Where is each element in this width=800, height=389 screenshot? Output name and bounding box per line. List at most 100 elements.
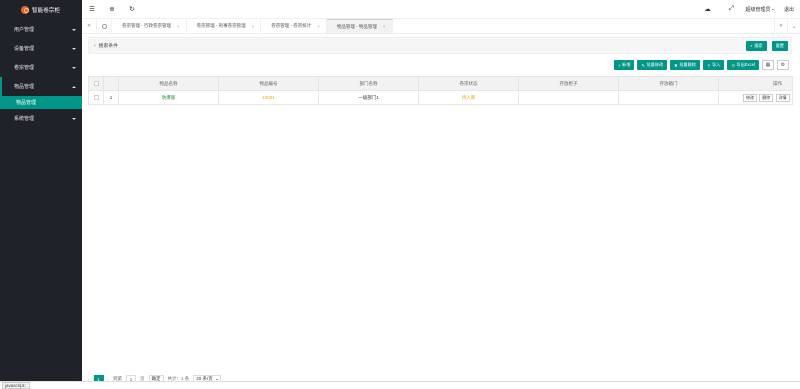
- home-icon: [101, 23, 107, 29]
- chevron-down-icon: [215, 378, 218, 380]
- refresh-icon[interactable]: ↻: [122, 0, 142, 19]
- column-header[interactable]: 物品编号: [218, 76, 319, 91]
- sidebar-item-users[interactable]: 用户管理: [0, 20, 82, 39]
- search-button-label: 搜索: [754, 42, 763, 48]
- batch-edit-label: 批量修改: [646, 62, 664, 67]
- tab-label: 卷宗管理 - 卷宗统计: [271, 23, 312, 28]
- export-button[interactable]: ⊙ 导出Excel: [727, 60, 759, 70]
- select-all-checkbox[interactable]: [93, 80, 99, 86]
- fullscreen-icon[interactable]: ⤢: [721, 0, 741, 19]
- user-name: 超级管理员: [745, 6, 771, 13]
- tab-file-stats[interactable]: 卷宗管理 - 卷宗统计 ×: [261, 19, 327, 33]
- batch-edit-button[interactable]: ✎ 批量修改: [637, 60, 668, 70]
- columns-icon[interactable]: ▦: [762, 60, 774, 70]
- sidebar-item-label: 设备管理: [14, 46, 35, 52]
- tabs-scroll-left-icon[interactable]: «: [82, 19, 97, 33]
- sidebar-item-label: 卷宗管理: [14, 65, 35, 71]
- tab-home[interactable]: [97, 19, 112, 33]
- export-icon: ⊙: [731, 62, 735, 68]
- row-select-cell[interactable]: [88, 90, 104, 105]
- app-root: 智能卷宗柜 用户管理 设备管理 卷宗管理 物品管理 物品管理 系统管理 ☰ ⊕ …: [0, 0, 800, 389]
- globe-icon[interactable]: ⊕: [102, 0, 122, 19]
- reset-button[interactable]: 重置: [771, 40, 788, 51]
- top-header: ☰ ⊕ ↻ ☁ ⤢ 超级管理员 退出: [82, 0, 800, 19]
- logo-icon: [21, 6, 29, 14]
- search-button[interactable]: ⌕ 搜索: [746, 40, 767, 51]
- column-header[interactable]: 存放柜子: [518, 76, 619, 91]
- import-button[interactable]: ⇪ 导入: [702, 60, 725, 70]
- close-icon[interactable]: ×: [177, 24, 180, 29]
- chevron-right-icon: ›: [94, 42, 96, 49]
- column-header[interactable]: 部门名称: [318, 76, 419, 91]
- actions-cell: 修改 删除 详情: [718, 90, 793, 105]
- tab-item-management[interactable]: 物品管理 - 物品管理 ×: [326, 19, 393, 33]
- close-icon[interactable]: ×: [317, 24, 320, 29]
- edit-button[interactable]: 修改: [742, 93, 757, 102]
- row-checkbox[interactable]: [93, 94, 99, 100]
- detail-button[interactable]: 详情: [775, 93, 790, 102]
- tab-bar: « 卷宗管理 - 行政卷宗管理 × 卷宗管理 - 刑事卷宗管理 × 卷宗管理 -…: [82, 19, 800, 34]
- chevron-down-icon: [72, 28, 76, 31]
- sidebar-item-system[interactable]: 系统管理: [0, 109, 82, 128]
- tab-label: 物品管理 - 物品管理: [336, 23, 377, 29]
- sidebar-item-label: 物品管理: [14, 84, 35, 90]
- sidebar-subitem-label: 物品管理: [16, 100, 37, 106]
- chevron-down-icon: [72, 66, 76, 69]
- chevron-down-icon: [72, 47, 76, 50]
- sidebar-subitem-items[interactable]: 物品管理: [0, 96, 82, 109]
- export-label: 导出Excel: [736, 62, 755, 67]
- table-header-row: 物品名称 物品编号 部门名称 卷宗状态 存放柜子 存放箱门 操作: [88, 76, 793, 91]
- logo: 智能卷宗柜: [0, 0, 82, 20]
- dept-cell: 一级部门1: [318, 90, 419, 105]
- search-panel[interactable]: › 搜索条件 ⌕ 搜索 重置: [88, 37, 792, 54]
- menu-icon[interactable]: ☰: [82, 0, 102, 19]
- select-all-cell[interactable]: [88, 76, 104, 91]
- search-icon: ⌕: [750, 43, 753, 48]
- table-toolbar: + 新增 ✎ 批量修改 ✖ 批量删除 ⇪ 导入 ⊙ 导出Excel ▦ ⚙: [88, 54, 792, 76]
- sidebar-item-label: 系统管理: [14, 116, 35, 122]
- sidebar: 智能卷宗柜 用户管理 设备管理 卷宗管理 物品管理 物品管理 系统管理: [0, 0, 82, 381]
- main-content: › 搜索条件 ⌕ 搜索 重置 + 新增 ✎ 批量修改 ✖ 批量删除 ⇪ 导入 ⊙…: [88, 37, 793, 370]
- close-icon[interactable]: ×: [252, 24, 255, 29]
- chevron-up-icon: [72, 85, 76, 88]
- batch-delete-button[interactable]: ✖ 批量删除: [670, 60, 700, 70]
- status-url: javascript:;: [2, 382, 30, 389]
- tab-admin-files[interactable]: 卷宗管理 - 行政卷宗管理 ×: [112, 19, 187, 33]
- cabinet-cell: [518, 90, 619, 105]
- tab-criminal-files[interactable]: 卷宗管理 - 刑事卷宗管理 ×: [187, 19, 262, 33]
- add-button-label: 新增: [622, 62, 631, 67]
- plus-icon: +: [618, 62, 621, 68]
- item-name-cell[interactable]: 防爆服: [118, 90, 219, 105]
- cloud-icon[interactable]: ☁: [697, 0, 717, 19]
- import-label: 导入: [711, 62, 721, 67]
- sidebar-item-devices[interactable]: 设备管理: [0, 39, 82, 58]
- item-code-cell: 10001: [218, 90, 319, 105]
- column-header[interactable]: 卷宗状态: [418, 76, 519, 91]
- add-button[interactable]: + 新增: [614, 60, 635, 70]
- sidebar-item-label: 用户管理: [14, 27, 35, 33]
- edit-icon: ✎: [641, 62, 645, 68]
- search-panel-title: 搜索条件: [98, 44, 118, 49]
- column-header: 操作: [718, 76, 793, 91]
- door-cell: [618, 90, 719, 105]
- tab-label: 卷宗管理 - 行政卷宗管理: [122, 23, 171, 28]
- import-icon: ⇪: [706, 62, 711, 68]
- user-menu[interactable]: 超级管理员: [745, 6, 774, 13]
- tabs-scroll-right-icon[interactable]: »: [774, 19, 787, 33]
- table-row[interactable]: 1 防爆服 10001 一级部门1 待入库 修改 删除 详情: [88, 90, 793, 105]
- column-header[interactable]: 存放箱门: [618, 76, 719, 91]
- column-header[interactable]: 物品名称: [118, 76, 219, 91]
- chevron-down-icon: [72, 117, 76, 120]
- items-table: 物品名称 物品编号 部门名称 卷宗状态 存放柜子 存放箱门 操作 1 防爆服 1…: [88, 76, 793, 105]
- sidebar-item-files[interactable]: 卷宗管理: [0, 58, 82, 77]
- delete-button[interactable]: 删除: [759, 93, 774, 102]
- app-title: 智能卷宗柜: [32, 8, 60, 14]
- tabs-dropdown-icon[interactable]: ⌄: [787, 19, 800, 33]
- logout-link[interactable]: 退出: [784, 6, 794, 13]
- sidebar-item-items[interactable]: 物品管理: [0, 77, 82, 96]
- status-cell: 待入库: [418, 90, 519, 105]
- tab-label: 卷宗管理 - 刑事卷宗管理: [196, 23, 246, 28]
- close-icon[interactable]: ×: [383, 24, 386, 29]
- chevron-down-icon: [771, 8, 774, 10]
- settings-icon[interactable]: ⚙: [777, 60, 789, 70]
